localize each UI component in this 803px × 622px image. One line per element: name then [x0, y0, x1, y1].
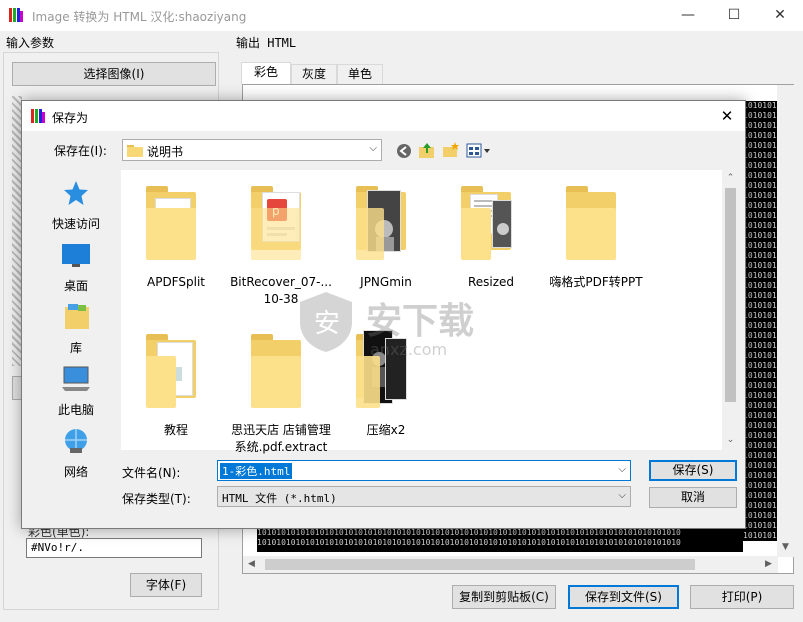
place-this-pc[interactable]: 此电脑	[32, 361, 120, 423]
scroll-thumb[interactable]	[265, 559, 695, 570]
network-icon	[65, 429, 87, 453]
save-in-value: 说明书	[147, 145, 184, 159]
scroll-thumb[interactable]	[725, 188, 736, 402]
dialog-close-button[interactable]: ✕	[712, 105, 742, 127]
tab-mono[interactable]: 单色	[337, 64, 383, 84]
place-label: 桌面	[63, 279, 88, 293]
place-quick-access[interactable]: 快速访问	[32, 175, 120, 237]
print-button[interactable]: 打印(P)	[690, 585, 794, 609]
dialog-title-bar: 保存为 ✕	[22, 101, 745, 131]
shield-icon: 安	[300, 292, 352, 352]
save-in-label: 保存在(I):	[54, 144, 107, 158]
tab-gray[interactable]: 灰度	[291, 64, 337, 84]
file-item[interactable]: APDFSplit	[121, 178, 231, 318]
scroll-down-icon[interactable]: ▼	[777, 539, 794, 556]
svg-text:安: 安	[314, 309, 340, 339]
input-params-title: 输入参数	[6, 36, 55, 50]
folder-icon	[127, 145, 143, 157]
place-desktop[interactable]: 桌面	[32, 237, 120, 299]
file-item[interactable]: 嗨格式PDF转PPT	[541, 178, 651, 318]
place-network[interactable]: 网络	[32, 423, 120, 485]
new-folder-icon[interactable]	[442, 141, 460, 159]
maximize-button[interactable]: ☐	[711, 0, 757, 31]
output-html-title: 输出 HTML	[236, 36, 297, 50]
scroll-right-icon[interactable]: ▶	[760, 556, 777, 573]
window-title: Image 转换为 HTML 汉化:shaoziyang	[32, 10, 247, 24]
file-pane-scrollbar[interactable]: ⌃ ⌄	[722, 170, 739, 450]
file-name: Resized	[467, 275, 515, 289]
filetype-select[interactable]: HTML 文件 (*.html) ⌵	[217, 486, 631, 507]
filetype-label: 保存类型(T):	[122, 492, 191, 506]
dialog-app-icon	[31, 109, 45, 123]
filename-input[interactable]: 1-彩色.html ⌵	[217, 460, 631, 481]
app-icon	[9, 8, 23, 22]
place-label: 此电脑	[57, 403, 94, 417]
watermark: 安 安下载 anxz.com	[296, 290, 556, 370]
copy-to-clipboard-button[interactable]: 复制到剪贴板(C)	[452, 585, 556, 609]
watermark-text: 安下载	[366, 301, 475, 342]
minimize-button[interactable]: —	[665, 0, 711, 31]
file-item[interactable]: 教程	[121, 326, 231, 466]
places-bar: 快速访问 桌面 库 此电脑 网络	[32, 165, 120, 479]
save-as-dialog: 保存为 ✕ 保存在(I): 说明书 ⌵ 快速访问 桌面 库 此电脑 网络 APD…	[21, 100, 746, 529]
dialog-title: 保存为	[52, 111, 89, 125]
scroll-up-icon[interactable]: ⌃	[722, 170, 739, 187]
chevron-down-icon: ⌵	[369, 143, 377, 154]
up-folder-icon[interactable]	[418, 141, 436, 159]
back-icon[interactable]	[396, 143, 412, 159]
computer-icon	[62, 366, 90, 391]
binary-art-right: 10101010 10101010 10101010 10101010 1010…	[743, 101, 777, 541]
desktop-icon	[62, 244, 90, 267]
horizontal-scrollbar[interactable]: ◀ ▶	[243, 556, 778, 573]
file-name: JPNGmin	[360, 275, 412, 289]
close-button[interactable]: ✕	[757, 0, 803, 31]
dialog-save-button[interactable]: 保存(S)	[649, 460, 737, 481]
library-icon	[65, 304, 89, 329]
dialog-cancel-button[interactable]: 取消	[649, 487, 737, 508]
chevron-down-icon: ⌵	[618, 490, 626, 501]
file-name: 教程	[163, 423, 188, 437]
binary-art-bottom: 1010101010101010101010101010101010101010…	[257, 528, 743, 552]
place-library[interactable]: 库	[32, 299, 120, 361]
tab-color[interactable]: 彩色	[241, 62, 291, 84]
file-list-pane: APDFSplit p BitRecover_07-... 10-38 JPNG…	[121, 170, 739, 454]
filename-value: 1-彩色.html	[220, 463, 293, 479]
main-title-bar: Image 转换为 HTML 汉化:shaoziyang — ☐ ✕	[0, 0, 803, 31]
file-name: 思迅天店 店铺管理 系统.pdf.extract	[231, 423, 331, 454]
filename-label: 文件名(N):	[122, 466, 181, 480]
file-name: 压缩x2	[366, 423, 406, 437]
file-name: APDFSplit	[147, 275, 205, 289]
place-label: 快速访问	[51, 217, 100, 231]
scroll-down-icon[interactable]: ⌄	[722, 432, 739, 449]
filetype-value: HTML 文件 (*.html)	[222, 492, 337, 505]
save-in-combo[interactable]: 说明书 ⌵	[122, 139, 382, 161]
vertical-scrollbar[interactable]: ▼	[777, 85, 794, 557]
watermark-sub: anxz.com	[370, 340, 448, 359]
file-name: 嗨格式PDF转PPT	[549, 275, 643, 289]
place-label: 库	[69, 341, 82, 355]
star-icon	[64, 181, 88, 205]
scroll-left-icon[interactable]: ◀	[243, 556, 260, 573]
save-to-file-button[interactable]: 保存到文件(S)	[568, 585, 679, 609]
view-menu-icon[interactable]	[466, 143, 492, 159]
place-label: 网络	[63, 465, 88, 479]
chevron-down-icon: ⌵	[618, 464, 626, 475]
